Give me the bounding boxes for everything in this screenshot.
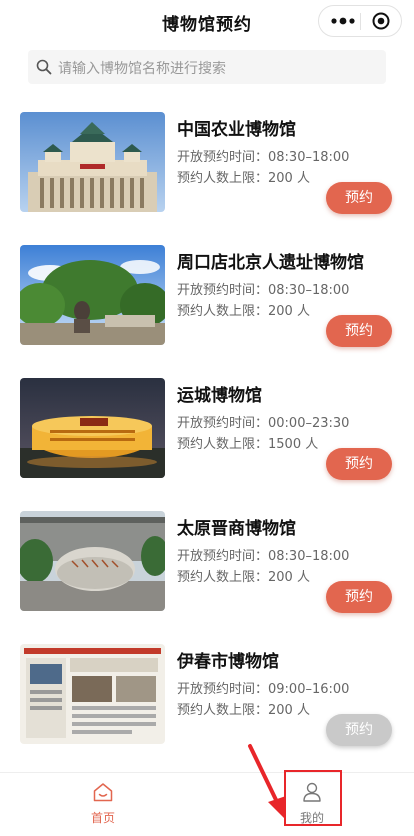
museum-name: 太原晋商博物馆 (177, 519, 296, 539)
museum-limit: 预约人数上限：200 人 (177, 304, 310, 319)
capsule-divider (360, 13, 361, 30)
museum-hours: 开放预约时间：09:00–16:00 (177, 682, 350, 697)
museum-name: 中国农业博物馆 (177, 120, 296, 140)
museum-hours: 开放预约时间：00:00–23:30 (177, 416, 350, 431)
app: 博物馆预约 请输入博物馆名称进行搜索 中国农业博物馆 开放预约时间：08:30–… (0, 0, 414, 836)
home-icon (93, 783, 113, 802)
museum-card[interactable]: 伊春市博物馆 开放预约时间：09:00–16:00 预约人数上限：200 人 预… (20, 644, 400, 748)
search-placeholder: 请输入博物馆名称进行搜索 (58, 61, 226, 77)
museum-card[interactable]: 运城博物馆 开放预约时间：00:00–23:30 预约人数上限：1500 人 预… (20, 378, 400, 482)
target-circle-icon[interactable] (372, 12, 390, 30)
tab-home-label: 首页 (90, 811, 115, 825)
museum-photo (20, 511, 165, 611)
search-icon (36, 59, 52, 75)
museum-name: 运城博物馆 (177, 386, 262, 406)
red-arrow-icon (248, 744, 286, 818)
museum-limit: 预约人数上限：200 人 (177, 570, 310, 585)
top-nav-bar: 博物馆预约 (0, 0, 414, 44)
search-input[interactable]: 请输入博物馆名称进行搜索 (28, 50, 386, 84)
museum-limit: 预约人数上限：1500 人 (177, 437, 319, 452)
museum-card[interactable]: 中国农业博物馆 开放预约时间：08:30–18:00 预约人数上限：200 人 … (20, 112, 400, 216)
museum-hours: 开放预约时间：08:30–18:00 (177, 549, 350, 564)
museum-hours: 开放预约时间：08:30–18:00 (177, 150, 350, 165)
museum-photo (20, 245, 165, 345)
book-button[interactable]: 预约 (326, 182, 392, 214)
museum-hours: 开放预约时间：08:30–18:00 (177, 283, 350, 298)
book-button[interactable]: 预约 (326, 315, 392, 347)
book-button[interactable]: 预约 (326, 581, 392, 613)
museum-limit: 预约人数上限：200 人 (177, 171, 310, 186)
museum-photo (20, 378, 165, 478)
museum-photo (20, 112, 165, 212)
museum-card[interactable]: 周口店北京人遗址博物馆 开放预约时间：08:30–18:00 预约人数上限：20… (20, 245, 400, 349)
book-button-disabled[interactable]: 预约 (326, 714, 392, 746)
mini-program-capsule (318, 5, 402, 37)
museum-card[interactable]: 太原晋商博物馆 开放预约时间：08:30–18:00 预约人数上限：200 人 … (20, 511, 400, 615)
museum-name: 伊春市博物馆 (177, 652, 279, 672)
more-dots-icon[interactable] (330, 15, 356, 27)
museum-limit: 预约人数上限：200 人 (177, 703, 310, 718)
bottom-tab-bar: 首页 我的 (0, 772, 414, 836)
museum-photo (20, 644, 165, 744)
book-button[interactable]: 预约 (326, 448, 392, 480)
museum-name: 周口店北京人遗址博物馆 (177, 253, 364, 273)
tab-home[interactable]: 首页 (73, 779, 133, 831)
